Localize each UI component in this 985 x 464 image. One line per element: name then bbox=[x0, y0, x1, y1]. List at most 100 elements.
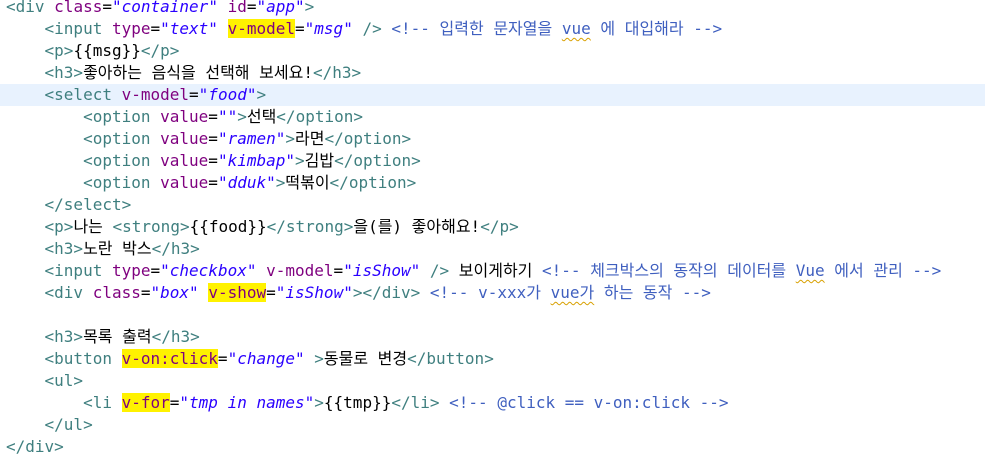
code-line[interactable]: </ul> bbox=[0, 414, 985, 436]
code-token: /> bbox=[420, 261, 450, 280]
code-token: v-for bbox=[121, 393, 170, 412]
code-line[interactable]: <ul> bbox=[0, 370, 985, 392]
code-token: = bbox=[208, 151, 218, 170]
code-token: <strong> bbox=[112, 217, 190, 236]
code-line[interactable]: <h3>목록 출력</h3> bbox=[0, 326, 985, 348]
code-token: <input bbox=[44, 261, 112, 280]
code-token: = bbox=[140, 283, 151, 302]
code-token: /> bbox=[352, 19, 382, 38]
code-token: type bbox=[111, 19, 151, 38]
code-token: v-model bbox=[121, 85, 190, 104]
code-token: 을(를) 좋아해요! bbox=[353, 217, 481, 236]
code-line[interactable]: <option value="dduk">떡볶이</option> bbox=[0, 172, 985, 194]
code-token: <p> bbox=[44, 41, 74, 60]
code-line[interactable]: <h3>노란 박스</h3> bbox=[0, 238, 985, 260]
code-token: </h3> bbox=[312, 63, 362, 82]
code-line[interactable]: <button v-on:click="change" >동물로 변경</but… bbox=[0, 348, 985, 370]
code-token: = bbox=[246, 0, 257, 16]
code-line[interactable]: <p>{{msg}}</p> bbox=[0, 40, 985, 62]
code-token: > bbox=[275, 173, 286, 192]
code-token: </button> bbox=[407, 349, 494, 368]
code-token: = bbox=[208, 129, 218, 148]
code-token: = bbox=[150, 261, 161, 280]
code-token: = bbox=[217, 349, 228, 368]
code-line[interactable]: <select v-model="food"> bbox=[0, 84, 985, 106]
code-token: = bbox=[208, 173, 218, 192]
code-token: "kimbap" bbox=[217, 151, 295, 170]
code-token: 하는 동작 --> bbox=[594, 283, 711, 302]
code-token: 노란 박스 bbox=[83, 239, 152, 258]
code-token: > bbox=[304, 0, 315, 16]
code-token: = bbox=[169, 393, 180, 412]
code-token: </option> bbox=[324, 129, 412, 148]
code-line[interactable]: <div class="box" v-show="isShow"></div> … bbox=[0, 282, 985, 304]
code-token: 선택 bbox=[246, 107, 277, 126]
code-token: <!-- 체크박스의 동작의 데이터를 bbox=[542, 261, 796, 280]
code-editor[interactable]: <div class="container" id="app"> <input … bbox=[0, 0, 985, 464]
code-token: value bbox=[160, 173, 209, 192]
code-token: = bbox=[333, 261, 344, 280]
code-token: <option bbox=[83, 129, 161, 148]
code-token: </p> bbox=[140, 41, 180, 60]
code-token: <ul> bbox=[44, 371, 84, 390]
code-token: {{food}} bbox=[189, 217, 267, 236]
code-token: 김밥 bbox=[304, 151, 335, 170]
code-line[interactable] bbox=[0, 304, 985, 326]
code-line[interactable]: <input type="checkbox" v-model="isShow" … bbox=[0, 260, 985, 282]
code-token: 동물로 변경 bbox=[323, 349, 408, 368]
code-token: </h3> bbox=[151, 239, 200, 258]
code-token: v-show bbox=[208, 283, 267, 302]
code-line[interactable]: <h3>좋아하는 음식을 선택해 보세요!</h3> bbox=[0, 62, 985, 84]
code-token: Vue bbox=[795, 261, 825, 280]
code-line[interactable]: <option value="">선택</option> bbox=[0, 106, 985, 128]
code-token: 좋아하는 음식을 선택해 보세요! bbox=[83, 63, 313, 82]
code-token: > bbox=[237, 107, 247, 126]
code-token: </option> bbox=[329, 173, 417, 192]
code-token: <option bbox=[83, 173, 161, 192]
code-token: "box" bbox=[150, 283, 199, 302]
code-token: vue bbox=[561, 19, 591, 38]
code-token: <option bbox=[83, 107, 161, 126]
code-line[interactable]: <option value="ramen">라면</option> bbox=[0, 128, 985, 150]
code-line[interactable]: <option value="kimbap">김밥</option> bbox=[0, 150, 985, 172]
code-token: 나는 bbox=[73, 217, 113, 236]
code-token: class bbox=[54, 0, 103, 16]
code-line[interactable]: </div> bbox=[0, 436, 985, 458]
code-token: 떡볶이 bbox=[285, 173, 330, 192]
code-line[interactable]: <input type="text" v-model="msg" /> <!--… bbox=[0, 18, 985, 40]
code-token: 라면 bbox=[295, 129, 325, 148]
code-token: </div> bbox=[362, 283, 421, 302]
code-token: "tmp in names" bbox=[179, 393, 315, 412]
code-token: class bbox=[92, 283, 141, 302]
code-line[interactable]: <p>나는 <strong>{{food}}</strong>을(를) 좋아해요… bbox=[0, 216, 985, 238]
code-token: id bbox=[227, 0, 247, 16]
code-line[interactable]: </select> bbox=[0, 194, 985, 216]
code-token: 에 대입해라 --> bbox=[590, 19, 723, 38]
code-token: "text" bbox=[160, 19, 218, 38]
code-token: <div bbox=[44, 283, 93, 302]
code-token: > bbox=[295, 151, 305, 170]
code-token: = bbox=[208, 107, 218, 126]
code-line[interactable]: <li v-for="tmp in names">{{tmp}}</li> <!… bbox=[0, 392, 985, 414]
code-token: = bbox=[189, 85, 199, 104]
code-line[interactable]: <div class="container" id="app"> bbox=[0, 0, 985, 18]
code-token: "isShow" bbox=[343, 261, 421, 280]
code-token: </select> bbox=[44, 195, 132, 214]
code-token: = bbox=[102, 0, 112, 16]
code-token: type bbox=[111, 261, 151, 280]
code-token: 에서 관리 --> bbox=[824, 261, 942, 280]
code-token: value bbox=[160, 107, 209, 126]
code-token: </strong> bbox=[266, 217, 354, 236]
code-token: <!-- v-xxx가 bbox=[420, 283, 551, 302]
